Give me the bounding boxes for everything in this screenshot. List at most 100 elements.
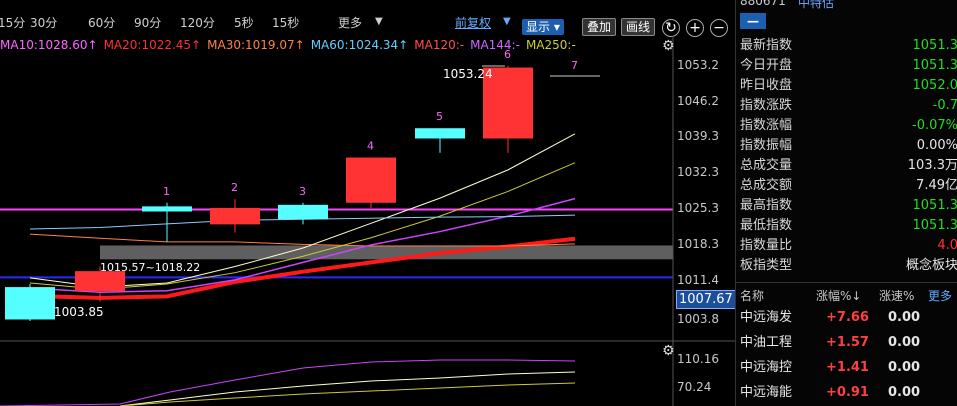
stock-zs: 0.00 [888,385,921,400]
y-tick-label: 1025.3 [677,201,719,216]
y-tick-label: 1003.8 [677,312,719,326]
info-label: 最低指数 [740,218,793,233]
info-value: 103.3万 [907,158,957,173]
zoom-in-icon[interactable]: + [686,19,704,37]
info-value: 1051.3 [912,218,957,233]
info-value: -0.7 [932,98,957,113]
period-30min[interactable]: 30分 [30,14,57,31]
info-value: 1051.3 [912,198,957,213]
candle-number-label: 4 [367,140,374,153]
info-row: 指数涨幅 -0.07% [740,116,957,136]
draw-line-button[interactable]: 画线 [621,18,656,36]
index-code: 880671 [740,0,786,8]
stock-zs: 0.00 [888,360,921,375]
more-stocks-link[interactable]: 更多 [928,287,952,304]
min-price-label: 1003.85 [54,305,104,319]
stock-zf: +1.41 [826,360,869,375]
candle-body[interactable] [75,271,125,292]
current-price-tag: 1007.67 [676,290,736,309]
show-button-label: 显示 [526,20,551,34]
y-tick-label: 1011.4 [677,272,719,287]
info-label: 总成交额 [740,178,793,193]
stock-zs: 0.00 [888,335,921,350]
stock-name: 中远海能 [740,385,793,400]
info-label: 最高指数 [740,198,793,213]
info-label: 今日开盘 [740,58,793,73]
settings-gear-icon[interactable]: ⚙ [662,38,675,54]
overlay-button[interactable]: 叠加 [582,18,617,36]
candle-body[interactable] [415,128,465,139]
info-row: 板指类型 概念板块 [740,256,957,276]
divider [736,282,957,283]
stock-zf: +0.91 [826,385,869,400]
candle-number-label: 5 [436,110,443,123]
sub-y-tick-label: 70.24 [677,380,712,394]
info-label: 最新指数 [740,38,793,53]
max-price-label: 1053.24 [443,67,493,81]
info-value: 0.00% [916,138,957,153]
candle-number-label: 7 [571,59,578,72]
info-label: 指数量比 [740,238,793,253]
stock-name: 中油工程 [740,335,793,350]
index-info-panel: 880671 中特估 — 最新指数 1051.3 今日开盘 1051.3 昨日收盘 105… [735,0,957,406]
chevron-down-icon[interactable]: ▼ [375,16,383,27]
candle-number-label: 6 [504,48,511,61]
info-value: 1051.3 [912,58,957,73]
period-15min[interactable]: 15分 [0,14,25,31]
info-row: 总成交额 7.49亿 [740,176,957,196]
kline-chart[interactable]: 1 2 3 4 5 6 7 1053.24 1003.85 1015.57~1018.22 [0,36,735,406]
stock-zf: +7.66 [826,310,869,325]
info-row: 总成交量 103.3万 [740,156,957,176]
info-value: 概念板块 [905,258,957,273]
stock-row[interactable]: 中远海控 +1.41 0.00 [740,356,957,380]
stock-row[interactable]: 中远海发 +7.66 0.00 [740,306,957,330]
stock-row[interactable]: 中油工程 +1.57 0.00 [740,331,957,355]
candle-number-label: 1 [163,185,170,198]
candle-number-label: 2 [231,181,238,194]
y-tick-label: 1046.2 [677,93,719,108]
candle-body[interactable] [210,207,260,225]
info-value: 1052.0 [912,78,957,93]
fq-chevron-icon[interactable]: ▼ [503,16,511,27]
period-5sec[interactable]: 5秒 [234,14,254,31]
candle-body[interactable] [142,206,192,212]
period-90min[interactable]: 90分 [134,14,161,31]
header-zs[interactable]: 涨速% [879,287,914,304]
info-label: 总成交量 [740,158,793,173]
period-60min[interactable]: 60分 [88,14,115,31]
header-name[interactable]: 名称 [740,287,764,304]
show-button[interactable]: 显示 ▾ [522,19,564,35]
fq-dropdown[interactable]: 前复权 [455,14,491,31]
zoom-out-icon[interactable]: − [710,19,728,37]
stock-name: 中远海发 [740,310,793,325]
info-value: 1051.3 [912,38,957,53]
info-row: 今日开盘 1051.3 [740,56,957,76]
stock-row[interactable]: 中远海能 +0.91 0.00 [740,381,957,405]
header-zf[interactable]: 涨幅%↓ [816,287,861,304]
info-row: 指数量比 4.0 [740,236,957,256]
period-toolbar: 15分 30分 60分 90分 120分 5秒 15秒 更多 ▼ 前复权 ▼ 显… [0,0,735,37]
info-value: 7.49亿 [916,178,957,193]
stock-zf: +1.57 [826,335,869,350]
candle-body[interactable] [278,204,328,220]
collapse-button[interactable]: — [740,13,766,29]
info-row: 最低指数 1051.3 [740,216,957,236]
candle-body[interactable] [5,287,55,320]
sub-y-tick-label: 110.16 [677,352,719,366]
info-row: 指数振幅 0.00% [740,136,957,156]
candle-body[interactable] [346,157,396,203]
info-row: 最新指数 1051.3 [740,36,957,56]
info-label: 昨日收盘 [740,78,793,93]
stock-name: 中远海控 [740,360,793,375]
sub-line-yellow [119,382,576,406]
period-15sec[interactable]: 15秒 [272,14,299,31]
index-name: 中特估 [798,0,835,10]
more-periods-button[interactable]: 更多 [338,14,362,31]
info-row: 指数涨跌 -0.7 [740,96,957,116]
sub-line-purple [0,359,576,406]
info-value: -0.07% [912,118,957,133]
period-120min[interactable]: 120分 [180,14,215,31]
sub-settings-gear-icon[interactable]: ⚙ [662,343,675,359]
y-tick-label: 1039.3 [677,129,719,144]
refresh-icon[interactable]: ↻ [662,19,680,37]
